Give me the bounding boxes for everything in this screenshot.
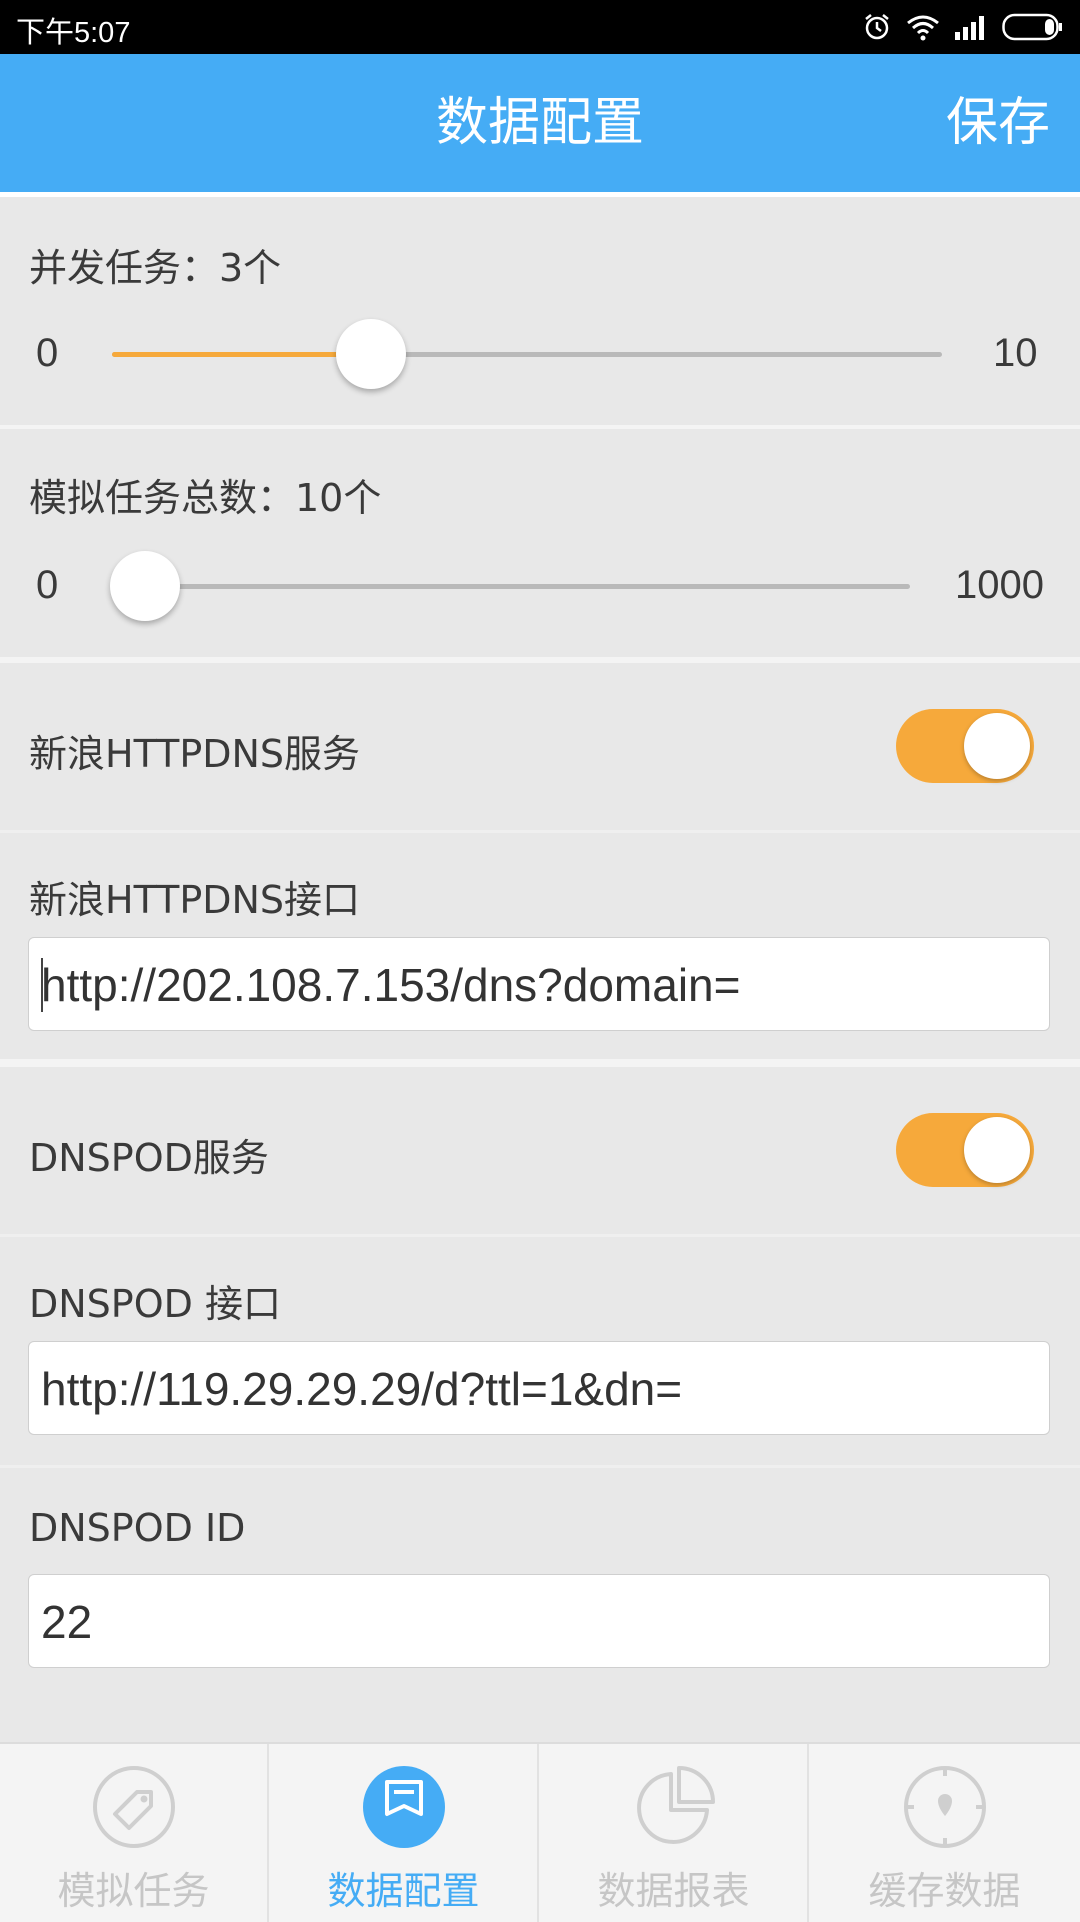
nav-label: 数据报表 [597,1869,750,1913]
dnspod-api-label: DNSPOD 接口 [29,1282,281,1326]
sina-api-label: 新浪HTTPDNS接口 [29,878,361,922]
total-max: 1000 [955,563,1044,607]
dnspod-id-input[interactable]: 22 [28,1574,1050,1668]
divider [0,1698,1080,1742]
signal-icon [955,16,984,40]
total-min: 0 [36,563,59,607]
concurrent-min: 0 [36,331,59,375]
concurrent-section: 并发任务：3个 0 10 [0,197,1080,425]
total-label: 模拟任务总数：10个 [29,476,382,520]
concurrent-slider-fill [112,352,372,357]
concurrent-slider-track[interactable] [112,352,942,357]
status-icons [862,10,1064,44]
pie-chart-icon [636,1766,715,1844]
sina-api-value: http://202.108.7.153/dns?domain= [41,959,741,1011]
sina-api-input[interactable]: http://202.108.7.153/dns?domain= [28,937,1050,1031]
status-time: 下午5:07 [16,17,131,49]
nav-item-simulate[interactable]: 模拟任务 [0,1744,269,1922]
dnspod-service-label: DNSPOD服务 [29,1136,269,1180]
sina-service-label: 新浪HTTPDNS服务 [29,732,361,776]
total-slider-thumb[interactable] [110,551,180,621]
total-slider-track[interactable] [112,584,910,589]
dnspod-service-row: DNSPOD服务 [0,1067,1080,1234]
sina-api-section: 新浪HTTPDNS接口 http://202.108.7.153/dns?dom… [0,833,1080,1059]
dnspod-id-value: 22 [41,1596,93,1648]
compass-icon [903,1766,986,1848]
dnspod-service-toggle[interactable] [896,1113,1034,1187]
concurrent-label: 并发任务：3个 [29,246,282,290]
nav-label: 数据配置 [327,1869,480,1913]
alarm-icon [865,14,889,40]
toggle-knob [964,1117,1030,1183]
toggle-knob [964,713,1030,779]
total-section: 模拟任务总数：10个 0 1000 [0,429,1080,657]
page-title: 数据配置 [435,93,644,153]
dnspod-id-section: DNSPOD ID 22 [0,1468,1080,1698]
dnspod-api-input[interactable]: http://119.29.29.29/d?ttl=1&dn= [28,1341,1050,1435]
dnspod-api-value: http://119.29.29.29/d?ttl=1&dn= [41,1363,683,1415]
dnspod-id-label: DNSPOD ID [29,1506,246,1550]
nav-label: 模拟任务 [57,1869,210,1913]
save-button[interactable]: 保存 [946,54,1050,192]
battery-icon [1002,13,1062,41]
bottom-nav: 模拟任务 数据配置 数据报表 缓存数据 [0,1742,1080,1922]
app-bar: 数据配置 保存 [0,54,1080,197]
dnspod-api-section: DNSPOD 接口 http://119.29.29.29/d?ttl=1&dn… [0,1237,1080,1465]
nav-item-cache[interactable]: 缓存数据 [810,1744,1079,1922]
bookmark-icon [362,1766,445,1848]
concurrent-max: 10 [993,331,1038,375]
nav-item-report[interactable]: 数据报表 [540,1744,809,1922]
nav-item-config[interactable]: 数据配置 [270,1744,539,1922]
wifi-icon [907,15,939,41]
status-bar: 下午5:07 [0,0,1080,54]
nav-label: 缓存数据 [868,1869,1021,1913]
sina-service-toggle[interactable] [896,709,1034,783]
divider [0,1059,1080,1067]
sina-service-row: 新浪HTTPDNS服务 [0,663,1080,830]
concurrent-slider-thumb[interactable] [336,319,406,389]
tag-icon [92,1766,175,1848]
